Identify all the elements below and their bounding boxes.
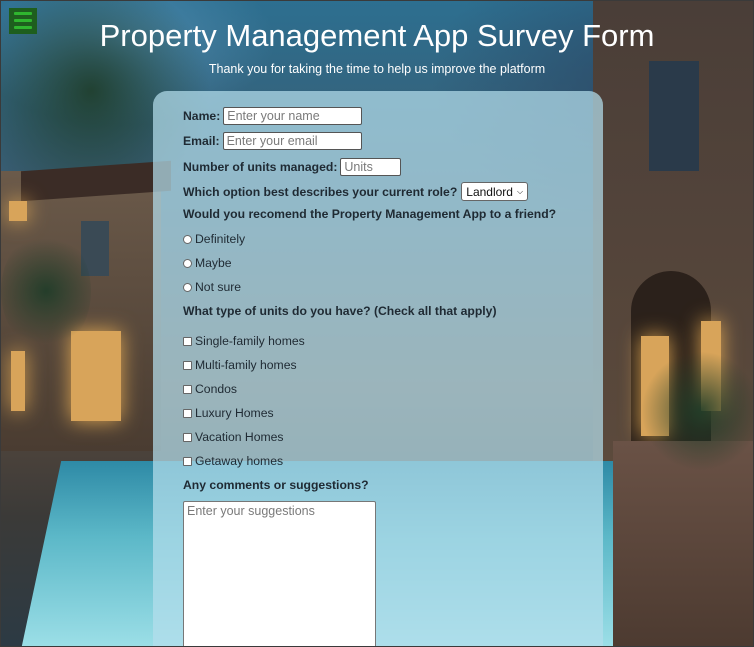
survey-card: Name: Email: Number of units managed: Wh…: [153, 91, 603, 646]
name-input[interactable]: [223, 107, 363, 125]
page-frame: Property Management App Survey Form Than…: [0, 0, 754, 647]
checkbox[interactable]: [183, 408, 192, 418]
checkbox-option[interactable]: Multi-family homes: [183, 358, 297, 372]
email-row: Email:: [183, 132, 362, 150]
radio-option[interactable]: Not sure: [183, 280, 241, 294]
checkbox-label: Luxury Homes: [195, 406, 274, 420]
radio-button[interactable]: [183, 234, 192, 244]
radio-option[interactable]: Definitely: [183, 232, 245, 246]
units-label: Number of units managed:: [183, 160, 338, 174]
role-label: Which option best describes your current…: [183, 184, 458, 199]
radio-label: Maybe: [195, 256, 232, 270]
radio-button[interactable]: [183, 258, 192, 268]
checkbox-option[interactable]: Vacation Homes: [183, 430, 284, 444]
comments-textarea[interactable]: [183, 501, 376, 646]
checkbox-option[interactable]: Single-family homes: [183, 334, 305, 348]
checkbox[interactable]: [183, 336, 192, 346]
page-title: Property Management App Survey Form: [99, 18, 655, 53]
checkbox-label: Condos: [195, 382, 238, 396]
units-row: Number of units managed:: [183, 158, 402, 176]
unit-types-question: What type of units do you have? (Check a…: [183, 304, 497, 318]
checkbox[interactable]: [183, 384, 192, 394]
checkbox[interactable]: [183, 360, 192, 370]
radio-label: Not sure: [195, 280, 242, 294]
units-input[interactable]: [340, 158, 402, 176]
comments-label-row: Any comments or suggestions?: [183, 478, 369, 492]
checkbox[interactable]: [183, 432, 192, 442]
recommend-question: Would you recomend the Property Manageme…: [183, 207, 557, 221]
checkbox-option[interactable]: Condos: [183, 382, 237, 396]
radio-label: Definitely: [195, 232, 246, 246]
chevron-down-icon: ⌵: [516, 186, 524, 196]
checkbox-label: Multi-family homes: [195, 358, 297, 372]
page-subtitle: Thank you for taking the time to help us…: [208, 62, 546, 76]
role-selected-value: Landlord: [466, 184, 513, 199]
name-label: Name:: [183, 109, 221, 123]
radio-option[interactable]: Maybe: [183, 256, 232, 270]
checkbox[interactable]: [183, 456, 192, 466]
email-label: Email:: [183, 134, 220, 148]
email-input[interactable]: [222, 132, 362, 150]
radio-button[interactable]: [183, 282, 192, 292]
name-row: Name:: [183, 107, 363, 125]
comments-label: Any comments or suggestions?: [183, 478, 369, 492]
checkbox-label: Getaway homes: [195, 454, 284, 468]
checkbox-option[interactable]: Getaway homes: [183, 454, 283, 468]
role-select[interactable]: Landlord ⌵: [461, 182, 529, 201]
checkbox-label: Vacation Homes: [195, 430, 284, 444]
unit-types-question-row: What type of units do you have? (Check a…: [183, 304, 497, 318]
checkbox-option[interactable]: Luxury Homes: [183, 406, 274, 420]
role-row: Which option best describes your current…: [183, 182, 529, 201]
checkbox-label: Single-family homes: [195, 334, 305, 348]
recommend-question-row: Would you recomend the Property Manageme…: [183, 207, 556, 221]
